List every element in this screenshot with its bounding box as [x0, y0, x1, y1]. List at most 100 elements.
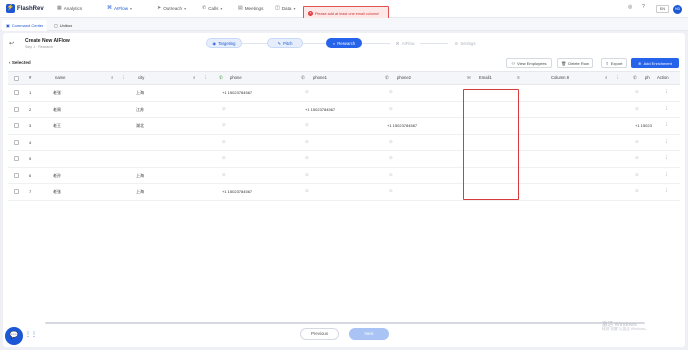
empty-phone-icon[interactable]: ⊘ [305, 89, 309, 95]
empty-phone-icon[interactable]: ⊘ [389, 172, 393, 178]
horizontal-scrollbar[interactable] [45, 322, 645, 324]
cell-phone2[interactable]: +1 15023784567 [387, 123, 417, 128]
sort-icon[interactable]: ≡ [517, 75, 520, 80]
cell-phone[interactable]: +1 15023784567 [222, 90, 252, 95]
drag-handle-icon[interactable]: ⋮⋮ [25, 331, 37, 338]
row-checkbox[interactable] [14, 139, 19, 145]
empty-phone-icon[interactable]: ⊘ [635, 155, 639, 161]
empty-phone-icon[interactable]: ⊘ [305, 139, 309, 145]
col-phone2[interactable]: phone2 [397, 75, 411, 80]
cell-city[interactable]: 上海 [136, 173, 144, 179]
search-icon[interactable]: ⌕ [605, 75, 607, 80]
search-icon[interactable]: ⌕ [193, 75, 195, 80]
cell-name[interactable]: 老王 [53, 123, 61, 129]
col-phone[interactable]: phone [230, 75, 242, 80]
select-all-checkbox[interactable] [14, 76, 19, 81]
col-ph[interactable]: ph [645, 75, 650, 80]
empty-phone-icon[interactable]: ⊘ [222, 106, 226, 112]
cell-name[interactable]: 老张 [53, 189, 61, 195]
table-row[interactable]: 2 老周 江苏 ⊘ +1 15023784567 ⊘ ⊘ ⋮ [8, 102, 680, 118]
nav-calls[interactable]: ✆ Calls ▾ [202, 5, 222, 11]
cell-phone1[interactable]: +1 15023784567 [305, 107, 335, 112]
empty-phone-icon[interactable]: ⊘ [305, 155, 309, 161]
cell-city[interactable]: 湖北 [136, 123, 144, 129]
row-checkbox[interactable] [14, 189, 19, 194]
cell-city[interactable]: 上海 [136, 189, 144, 195]
empty-phone-icon[interactable]: ⊘ [222, 172, 226, 178]
row-action-menu-icon[interactable]: ⋮ [664, 106, 669, 112]
table-row[interactable]: 1 老张 上海 +1 15023784567 ⊘ ⊘ ⊘ ⋮ [8, 85, 680, 102]
step-research[interactable]: ⌕ Research [326, 38, 362, 48]
nav-data[interactable]: ◫ Data ▾ [275, 5, 295, 11]
col-email1[interactable]: Email1 [479, 75, 492, 80]
col-name[interactable]: name [55, 75, 65, 80]
table-row[interactable]: 3 老王 湖北 ⊘ ⊘ +1 15023784567 +1 15023 ⋮ [8, 118, 680, 135]
export-button[interactable]: ⇪ Export [601, 58, 627, 68]
tab-unibox[interactable]: ▢ Unibox [50, 20, 76, 31]
empty-phone-icon[interactable]: ⊘ [222, 155, 226, 161]
empty-phone-icon[interactable]: ⊘ [222, 139, 226, 145]
empty-phone-icon[interactable]: ⊘ [222, 122, 226, 128]
empty-phone-icon[interactable]: ⊘ [389, 106, 393, 112]
row-action-menu-icon[interactable]: ⋮ [664, 139, 669, 145]
menu-icon[interactable]: ⋮ [121, 75, 125, 81]
app-logo[interactable]: ⚡ FlashRev [6, 4, 44, 13]
row-checkbox[interactable] [14, 156, 19, 161]
step-aiflow[interactable]: ⌘ AIFlow [390, 38, 420, 48]
tab-command-center[interactable]: ▣ Command Center [2, 20, 48, 31]
cell-name[interactable]: 老孙 [53, 173, 61, 179]
empty-phone-icon[interactable]: ⊘ [389, 188, 393, 194]
cell-city[interactable]: 上海 [136, 90, 144, 96]
add-enrichment-button[interactable]: ⊕ Add Enrichment [631, 58, 679, 68]
step-targeting[interactable]: ◉ Targeting [206, 38, 242, 48]
step-pitch[interactable]: ✎ Pitch [267, 38, 303, 48]
notification-icon[interactable]: ◎ [628, 4, 632, 10]
view-employees-button[interactable]: ⚇ View Employees [506, 58, 552, 68]
help-icon[interactable]: ? [642, 4, 645, 10]
row-action-menu-icon[interactable]: ⋮ [664, 122, 669, 128]
back-arrow-icon[interactable]: ↩ [9, 40, 14, 47]
col-column-8[interactable]: Column 8 [551, 75, 569, 80]
empty-phone-icon[interactable]: ⊘ [305, 188, 309, 194]
language-selector[interactable]: EN [656, 5, 669, 13]
nav-analytics[interactable]: ▦ Analytics [57, 5, 82, 11]
empty-phone-icon[interactable]: ⊘ [389, 155, 393, 161]
avatar[interactable]: HD [673, 5, 682, 14]
col-phone1[interactable]: phone1 [313, 75, 327, 80]
selected-toggle[interactable]: ‹ Selected [9, 60, 31, 65]
search-icon[interactable]: ⌕ [111, 75, 113, 80]
nav-outreach[interactable]: ➤ Outreach ▾ [157, 5, 186, 11]
row-action-menu-icon[interactable]: ⋮ [664, 188, 669, 194]
table-row[interactable]: 5 ⊘ ⊘ ⊘ ⊘ ⋮ [8, 151, 680, 168]
empty-phone-icon[interactable]: ⊘ [635, 188, 639, 194]
cell-phone[interactable]: +1 15023784567 [222, 189, 252, 194]
row-action-menu-icon[interactable]: ⋮ [664, 172, 669, 178]
table-row[interactable]: 4 ⊘ ⊘ ⊘ ⊘ ⋮ [8, 135, 680, 151]
cell-name[interactable]: 老张 [53, 90, 61, 96]
menu-icon[interactable]: ⋮ [203, 75, 207, 81]
row-checkbox[interactable] [14, 123, 19, 128]
row-action-menu-icon[interactable]: ⋮ [664, 89, 669, 95]
row-checkbox[interactable] [14, 172, 19, 178]
previous-button[interactable]: Previous [300, 328, 339, 340]
cell-city[interactable]: 江苏 [136, 107, 144, 113]
col-city[interactable]: city [138, 75, 144, 80]
row-checkbox[interactable] [14, 106, 19, 112]
next-button[interactable]: Next [349, 328, 389, 340]
nav-meetings[interactable]: ▤ Meetings [238, 5, 263, 11]
cell-name[interactable]: 老周 [53, 107, 61, 113]
table-row[interactable]: 6 老孙 上海 ⊘ ⊘ ⊘ ⊘ ⋮ [8, 168, 680, 184]
empty-phone-icon[interactable]: ⊘ [305, 122, 309, 128]
cell-ph[interactable]: +1 15023 [635, 123, 652, 128]
row-action-menu-icon[interactable]: ⋮ [664, 155, 669, 161]
chat-bubble-icon[interactable]: 💬 [5, 327, 23, 345]
empty-phone-icon[interactable]: ⊘ [635, 106, 639, 112]
nav-aiflow[interactable]: ⌘ AIFlow ▾ [107, 5, 132, 11]
step-settings[interactable]: ⚙ Settings [448, 38, 482, 48]
menu-icon[interactable]: ⋮ [615, 75, 619, 81]
table-row[interactable]: 7 老张 上海 +1 15023784567 ⊘ ⊘ ⊘ ⋮ [8, 184, 680, 201]
row-checkbox[interactable] [14, 90, 19, 95]
empty-phone-icon[interactable]: ⊘ [635, 89, 639, 95]
empty-phone-icon[interactable]: ⊘ [305, 172, 309, 178]
empty-phone-icon[interactable]: ⊘ [635, 172, 639, 178]
